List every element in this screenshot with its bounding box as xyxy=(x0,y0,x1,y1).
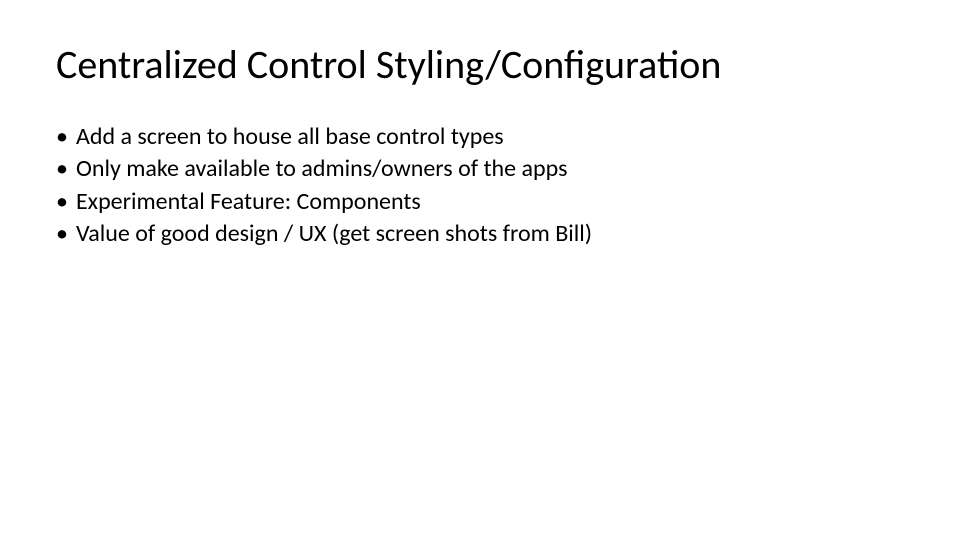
bullet-text: Only make available to admins/owners of … xyxy=(76,153,568,185)
list-item: • Only make available to admins/owners o… xyxy=(56,153,904,185)
bullet-icon: • xyxy=(56,218,68,250)
bullet-icon: • xyxy=(56,153,68,185)
list-item: • Add a screen to house all base control… xyxy=(56,121,904,153)
bullet-text: Add a screen to house all base control t… xyxy=(76,121,504,153)
list-item: • Value of good design / UX (get screen … xyxy=(56,218,904,250)
bullet-icon: • xyxy=(56,121,68,153)
bullet-list: • Add a screen to house all base control… xyxy=(56,121,904,251)
bullet-icon: • xyxy=(56,186,68,218)
list-item: • Experimental Feature: Components xyxy=(56,186,904,218)
bullet-text: Value of good design / UX (get screen sh… xyxy=(76,218,592,250)
slide-title: Centralized Control Styling/Configuratio… xyxy=(56,40,904,89)
bullet-text: Experimental Feature: Components xyxy=(76,186,421,218)
slide: Centralized Control Styling/Configuratio… xyxy=(0,0,960,540)
